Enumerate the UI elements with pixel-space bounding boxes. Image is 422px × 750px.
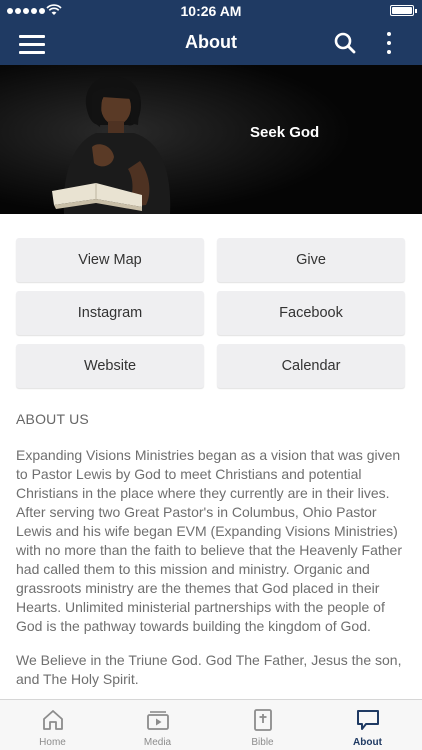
calendar-button[interactable]: Calendar	[217, 344, 405, 388]
tab-bible-label: Bible	[251, 737, 274, 748]
media-icon	[147, 711, 169, 730]
tab-home-label: Home	[39, 737, 66, 748]
tab-about-label: About	[353, 737, 382, 748]
tab-bible[interactable]: Bible	[210, 700, 315, 750]
status-bar: 10:26 AM	[0, 0, 422, 22]
give-button[interactable]: Give	[217, 238, 405, 282]
search-icon[interactable]	[334, 32, 356, 54]
instagram-button[interactable]: Instagram	[16, 291, 204, 335]
navigation-bar: About	[0, 22, 422, 65]
bible-icon	[254, 709, 272, 731]
about-body-text: Expanding Visions Ministries began as a …	[16, 447, 403, 634]
website-button[interactable]: Website	[16, 344, 204, 388]
about-heading: ABOUT US	[16, 411, 89, 427]
facebook-button[interactable]: Facebook	[217, 291, 405, 335]
more-options-icon[interactable]	[381, 31, 397, 55]
view-map-button[interactable]: View Map	[16, 238, 204, 282]
battery-icon	[390, 5, 417, 16]
status-time: 10:26 AM	[180, 3, 242, 19]
tab-about[interactable]: About	[315, 700, 420, 750]
tab-media-label: Media	[143, 737, 172, 748]
app-header: 10:26 AM About	[0, 0, 422, 65]
tab-home[interactable]: Home	[0, 700, 105, 750]
tab-bar: Home Media Bible About	[0, 699, 422, 750]
home-icon	[43, 710, 63, 730]
tab-media[interactable]: Media	[105, 700, 210, 750]
hero-caption: Seek God	[250, 124, 320, 141]
hero-banner: Seek God	[0, 65, 422, 214]
hero-photo	[0, 65, 422, 214]
chat-icon	[357, 710, 379, 730]
belief-statement: We Believe in the Triune God. God The Fa…	[16, 652, 402, 687]
page-title: About	[185, 32, 237, 52]
